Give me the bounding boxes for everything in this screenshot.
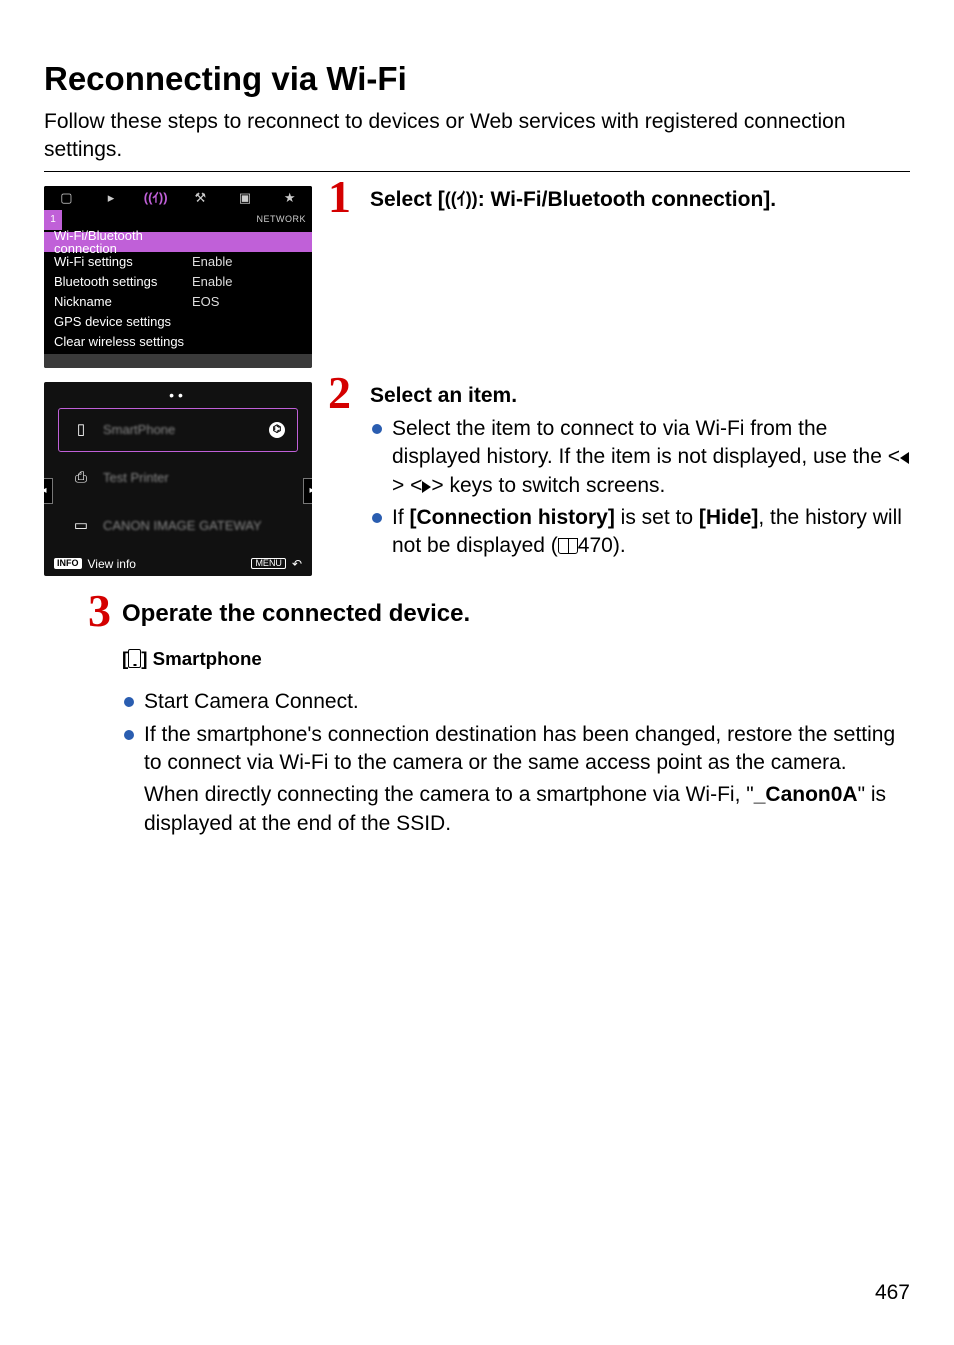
screenshot-history: •• ◂ ▸ ▯SmartPhone⌬⎙Test Printer▭CANON I…: [44, 382, 312, 576]
smartphone-icon: [128, 649, 141, 668]
bluetooth-icon: ⌬: [269, 422, 285, 438]
page-title: Reconnecting via Wi-Fi: [44, 60, 910, 98]
divider: [44, 171, 910, 172]
step-number-2: 2: [328, 370, 351, 416]
info-badge: INFO: [54, 558, 82, 569]
custom-icon: ▣: [223, 191, 268, 204]
screenshot-network-menu: ▢ ▸ ((ｲ)) ⚒ ▣ ★ 1 NETWORK Wi-Fi/Bluetoot…: [44, 186, 312, 368]
step2-bullet-1: Select the item to connect to via Wi-Fi …: [370, 415, 910, 500]
menu-item: GPS device settings: [44, 312, 312, 332]
menu-item: Clear wireless settings: [44, 332, 312, 352]
step3-bullet-1: Start Camera Connect.: [122, 688, 910, 716]
step-number-1: 1: [328, 174, 351, 220]
page-number: 467: [875, 1281, 910, 1305]
menu-item: Wi-Fi/Bluetooth connection: [44, 232, 312, 252]
history-item: ⎙Test Printer: [58, 456, 298, 500]
menu-badge: MENU: [251, 558, 286, 569]
step3-bullet-2: If the smartphone's connection destinati…: [122, 721, 910, 838]
step2-heading: Select an item.: [370, 382, 910, 409]
star-icon: ★: [267, 191, 312, 204]
step3-subheading: [] Smartphone: [122, 648, 910, 670]
page-ref-icon: [558, 538, 578, 554]
wifi-inline-icon: ((ｲ)): [445, 189, 478, 209]
view-info-label: View info: [88, 558, 136, 570]
menu-item: Wi-Fi settingsEnable: [44, 252, 312, 272]
monitor-icon: ▭: [71, 518, 91, 533]
left-key-icon: [900, 452, 909, 464]
camera-icon: ▢: [44, 191, 89, 204]
phone-icon: ▯: [71, 422, 91, 437]
history-item: ▭CANON IMAGE GATEWAY: [58, 504, 298, 548]
page-dots: ••: [44, 382, 312, 408]
play-icon: ▸: [89, 191, 134, 204]
menu-item: NicknameEOS: [44, 292, 312, 312]
return-icon: ↶: [292, 558, 302, 570]
history-item: ▯SmartPhone⌬: [58, 408, 298, 452]
step1-heading: Select [((ｲ)): Wi-Fi/Bluetooth connectio…: [370, 186, 910, 213]
menu-item: Bluetooth settingsEnable: [44, 272, 312, 292]
network-label: NETWORK: [257, 215, 313, 224]
step-number-3: 3: [88, 588, 111, 634]
intro-text: Follow these steps to reconnect to devic…: [44, 108, 910, 165]
wifi-icon: ((ｲ)): [133, 191, 178, 204]
scroll-left-icon: ◂: [44, 478, 53, 504]
wrench-icon: ⚒: [178, 191, 223, 204]
menu-page-number: 1: [44, 210, 62, 230]
printer-icon: ⎙: [71, 470, 91, 485]
scroll-right-icon: ▸: [303, 478, 312, 504]
step3-heading: Operate the connected device.: [122, 600, 910, 628]
step2-bullet-2: If [Connection history] is set to [Hide]…: [370, 504, 910, 561]
